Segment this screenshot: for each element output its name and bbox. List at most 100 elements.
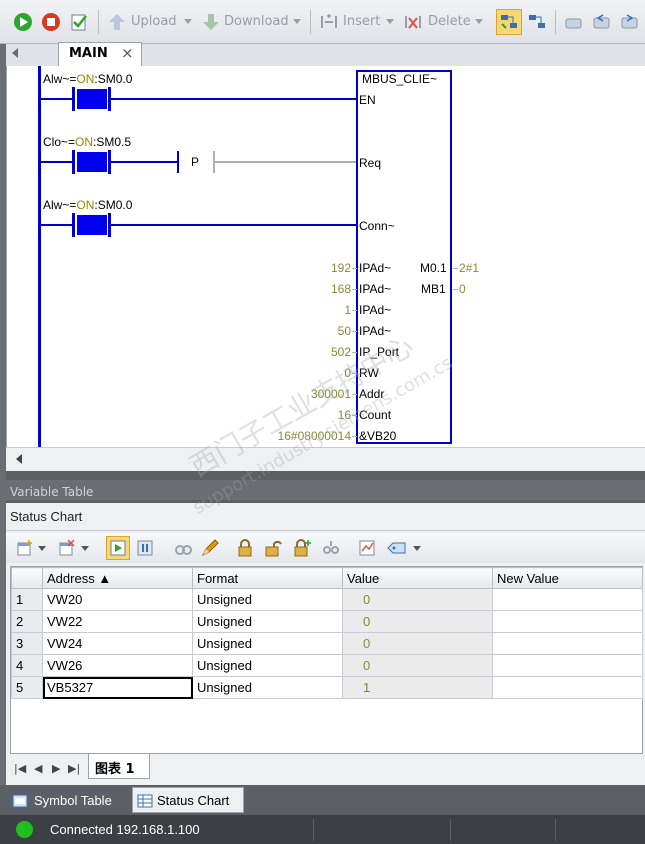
chart-status-toggle-icon[interactable] (106, 536, 130, 560)
delete-icon[interactable] (402, 11, 424, 33)
download-icon[interactable] (200, 11, 222, 33)
unlock-icon[interactable] (264, 539, 282, 557)
sheet-tab-label: 图表 1 (95, 762, 135, 777)
symbol-table-icon (12, 794, 28, 808)
grid-header-row: Address ▲ Format Value New Value (11, 567, 643, 589)
column-header-address[interactable]: Address ▲ (42, 567, 193, 589)
contact-label-sm0-0-2: Alw~=ON:SM0.0 (43, 198, 133, 212)
positive-edge-label: P (191, 155, 200, 169)
delete-button[interactable]: Delete (428, 14, 471, 29)
connection-status: Connected 192.168.1.100 (50, 822, 200, 837)
column-header-value[interactable]: Value (342, 567, 493, 589)
contact-sm0-0[interactable] (77, 89, 107, 109)
sheet-tab-chart-1[interactable]: 图表 1 (88, 754, 150, 779)
value-cell: 0 (342, 610, 493, 633)
prev-sheet-icon[interactable]: ◀ (34, 762, 42, 775)
tag-icon[interactable] (386, 539, 408, 557)
tab-status-chart[interactable]: Status Chart (132, 787, 244, 813)
status-chart-grid[interactable]: Address ▲ Format Value New Value 1 VW20 … (10, 566, 643, 754)
download-button[interactable]: Download (224, 14, 289, 29)
input-value: 16 (337, 408, 351, 422)
contact-sm0-5[interactable] (77, 152, 107, 172)
format-cell[interactable]: Unsigned (192, 654, 343, 677)
output-value: 2#1 (459, 261, 480, 275)
table-row[interactable]: 5 VB5327 Unsigned 1 (11, 676, 643, 699)
format-cell[interactable]: Unsigned (192, 632, 343, 655)
forward-icon[interactable] (618, 11, 640, 33)
toggle-icon[interactable] (562, 11, 584, 33)
row-number: 4 (11, 654, 43, 677)
pin-ipad: IPAd~ (359, 303, 392, 317)
back-icon[interactable] (590, 11, 612, 33)
format-cell[interactable]: Unsigned (192, 676, 343, 699)
address-cell[interactable]: VW20 (42, 588, 193, 611)
pin-rw: RW (359, 366, 379, 380)
value-cell: 0 (342, 654, 493, 677)
table-row[interactable]: 2 VW22 Unsigned 0 (11, 610, 643, 633)
pause-icon[interactable] (136, 539, 154, 557)
new-value-cell[interactable] (492, 588, 643, 611)
panel-splitter[interactable] (6, 471, 645, 480)
address-cell-selected[interactable]: VB5327 (42, 676, 193, 699)
contact-label-sm0-0: Alw~=ON:SM0.0 (43, 72, 133, 86)
add-row-icon[interactable] (16, 539, 34, 557)
output-value: 0 (459, 282, 466, 296)
format-cell[interactable]: Unsigned (192, 610, 343, 633)
insert-button[interactable]: Insert (343, 14, 380, 29)
force-lock-icon[interactable] (292, 539, 312, 557)
tab-symbol-table[interactable]: Symbol Table (8, 789, 128, 813)
new-value-cell[interactable] (492, 654, 643, 677)
status-chart-toolbar (6, 533, 645, 563)
first-sheet-icon[interactable]: |◀ (14, 762, 26, 775)
row-number: 2 (11, 610, 43, 633)
last-sheet-icon[interactable]: ▶| (68, 762, 80, 775)
address-cell[interactable]: VW26 (42, 654, 193, 677)
pin-ip-port: IP_Port (359, 345, 400, 359)
close-icon[interactable]: × (121, 44, 134, 62)
force-all-icon[interactable] (322, 539, 340, 557)
contact-sm0-0-b[interactable] (77, 215, 107, 235)
tab-main[interactable]: MAIN × (58, 42, 142, 66)
format-cell[interactable]: Unsigned (192, 588, 343, 611)
address-cell[interactable]: VW22 (42, 610, 193, 633)
pin-ipad: IPAd~ (359, 324, 392, 338)
status-chart-title: Status Chart (10, 509, 83, 524)
status-bar: Connected 192.168.1.100 (0, 815, 645, 844)
chart-status-icon[interactable] (526, 11, 548, 33)
variable-table-header[interactable]: Variable Table (6, 480, 645, 500)
compile-icon[interactable] (68, 11, 90, 33)
bottom-tab-bar: Symbol Table Status Chart (0, 785, 645, 815)
delete-row-icon[interactable] (58, 539, 76, 557)
tab-scroll-left-icon[interactable] (12, 48, 18, 58)
pin-en: EN (359, 93, 376, 107)
table-row[interactable]: 1 VW20 Unsigned 0 (11, 588, 643, 611)
upload-button[interactable]: Upload (131, 14, 177, 29)
pin-ipad: IPAd~ (359, 282, 392, 296)
table-row[interactable]: 4 VW26 Unsigned 0 (11, 654, 643, 677)
connected-status-icon (16, 821, 33, 838)
column-header-new-value[interactable]: New Value (492, 567, 643, 589)
stop-icon[interactable] (40, 11, 62, 33)
new-value-cell[interactable] (492, 610, 643, 633)
insert-icon[interactable] (318, 11, 340, 33)
scroll-left-icon[interactable] (16, 454, 22, 464)
upload-icon[interactable] (106, 11, 128, 33)
input-value: 50 (337, 324, 351, 338)
run-icon[interactable] (12, 11, 34, 33)
next-sheet-icon[interactable]: ▶ (52, 762, 60, 775)
new-value-cell[interactable] (492, 632, 643, 655)
input-value: 192 (330, 261, 351, 275)
new-value-cell[interactable] (492, 676, 643, 699)
write-icon[interactable] (200, 539, 220, 557)
column-header-format[interactable]: Format (192, 567, 343, 589)
editor-horizontal-scrollbar[interactable] (6, 447, 645, 471)
main-toolbar: Upload Download Insert Delete (0, 0, 645, 44)
lock-icon[interactable] (236, 539, 254, 557)
table-row[interactable]: 3 VW24 Unsigned 0 (11, 632, 643, 655)
pin-error: MB1 (421, 282, 446, 296)
ladder-editor[interactable]: Alw~=ON:SM0.0 Clo~=ON:SM0.5 P Alw~=ON:SM… (6, 66, 645, 447)
trend-view-icon[interactable] (358, 539, 376, 557)
program-status-icon[interactable] (496, 9, 522, 35)
address-cell[interactable]: VW24 (42, 632, 193, 655)
read-icon[interactable] (174, 539, 192, 557)
